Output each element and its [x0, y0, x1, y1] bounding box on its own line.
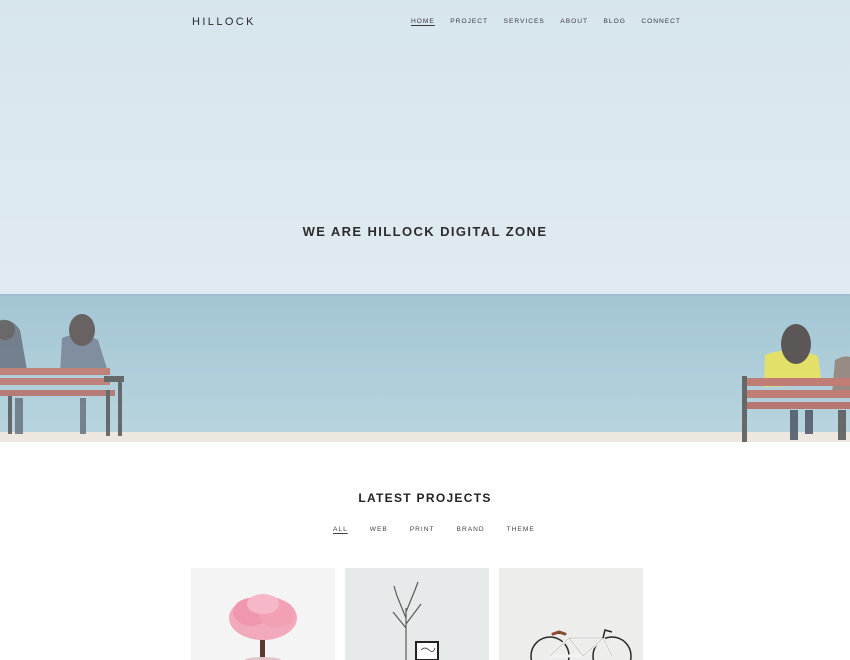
project-grid: [191, 568, 643, 660]
nav-item-project[interactable]: PROJECT: [450, 18, 488, 25]
section-title: LATEST PROJECTS: [358, 491, 492, 505]
nav-item-connect[interactable]: CONNECT: [641, 18, 681, 25]
filter-web[interactable]: WEB: [370, 526, 388, 533]
bare-branch-vase-image: [345, 568, 489, 660]
cherry-blossom-tree-image: [191, 568, 335, 660]
main-nav: HOME PROJECT SERVICES ABOUT BLOG CONNECT: [411, 18, 696, 25]
hero-title: WE ARE HILLOCK DIGITAL ZONE: [302, 224, 548, 239]
project-card[interactable]: [191, 568, 335, 660]
nav-item-home[interactable]: HOME: [411, 18, 435, 25]
nav-item-services[interactable]: SERVICES: [504, 18, 545, 25]
nav-item-about[interactable]: ABOUT: [560, 18, 588, 25]
filter-all[interactable]: ALL: [333, 526, 348, 533]
filter-theme[interactable]: THEME: [507, 526, 535, 533]
nav-item-blog[interactable]: BLOG: [604, 18, 626, 25]
project-card[interactable]: [345, 568, 489, 660]
project-card[interactable]: [499, 568, 643, 660]
hero-banner: HILLOCK HOME PROJECT SERVICES ABOUT BLOG…: [0, 0, 850, 442]
filter-brand[interactable]: BRAND: [457, 526, 485, 533]
filter-print[interactable]: PRINT: [410, 526, 435, 533]
bicycle-image: [499, 568, 643, 660]
hero-background-image: [0, 0, 850, 442]
brand-logo[interactable]: HILLOCK: [192, 16, 256, 28]
project-filters: ALL WEB PRINT BRAND THEME: [333, 526, 535, 533]
